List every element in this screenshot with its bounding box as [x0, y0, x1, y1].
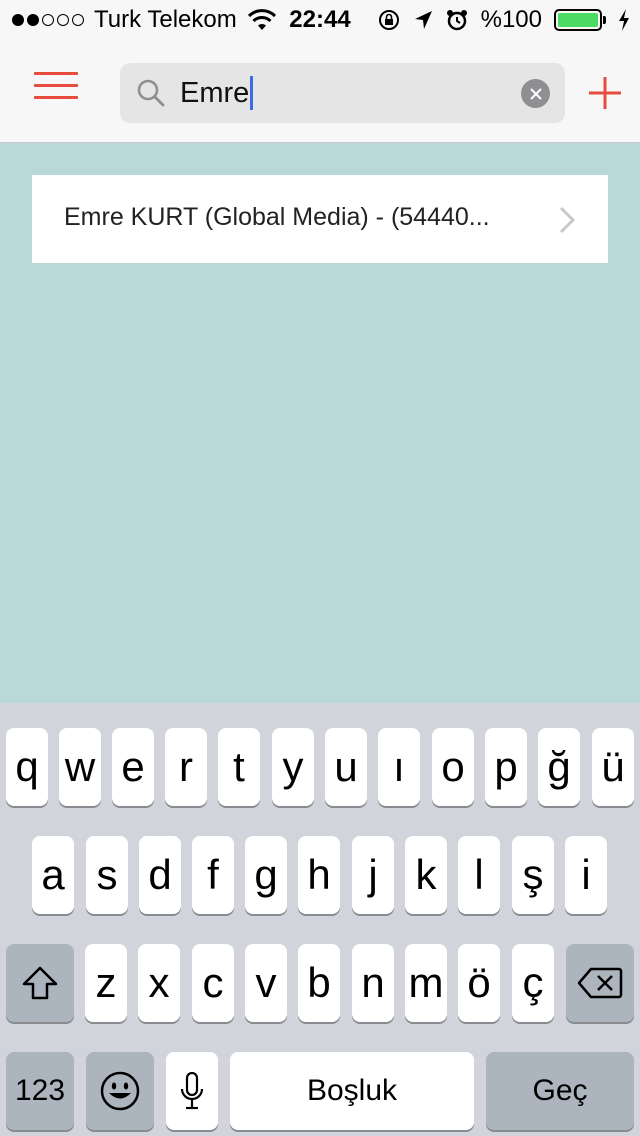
battery-percentage: %100	[480, 6, 542, 33]
key-p[interactable]: p	[485, 728, 527, 806]
plus-icon[interactable]	[588, 76, 622, 110]
key-g[interactable]: g	[245, 836, 287, 914]
key-f[interactable]: f	[192, 836, 234, 914]
key-s-cedilla[interactable]: ş	[512, 836, 554, 914]
key-m[interactable]: m	[405, 944, 447, 1022]
hamburger-menu-icon[interactable]	[34, 72, 78, 106]
key-x[interactable]: x	[138, 944, 180, 1022]
search-field[interactable]: Emre	[120, 63, 565, 123]
key-c-cedilla[interactable]: ç	[512, 944, 554, 1022]
key-k[interactable]: k	[405, 836, 447, 914]
clear-circle-icon	[529, 87, 542, 100]
key-g-breve[interactable]: ğ	[538, 728, 580, 806]
return-key[interactable]: Geç	[486, 1052, 634, 1130]
key-h[interactable]: h	[298, 836, 340, 914]
key-dotless-i[interactable]: ı	[378, 728, 420, 806]
numbers-key[interactable]: 123	[6, 1052, 74, 1130]
microphone-icon	[180, 1071, 204, 1110]
rotation-lock-icon	[378, 10, 399, 30]
search-result-item[interactable]: Emre KURT (Global Media) - (54440...	[32, 175, 608, 263]
key-r[interactable]: r	[165, 728, 207, 806]
clear-search-button[interactable]	[521, 79, 550, 108]
text-caret	[250, 76, 254, 110]
key-y[interactable]: y	[272, 728, 314, 806]
search-icon	[137, 79, 165, 107]
wifi-icon	[247, 9, 276, 30]
key-u[interactable]: u	[325, 728, 367, 806]
key-j[interactable]: j	[352, 836, 394, 914]
charging-bolt-icon	[619, 9, 629, 31]
emoji-key[interactable]	[86, 1052, 154, 1130]
key-w[interactable]: w	[59, 728, 101, 806]
emoji-icon	[100, 1071, 140, 1111]
shift-icon	[22, 966, 58, 1000]
battery-icon	[554, 9, 606, 31]
key-b[interactable]: b	[298, 944, 340, 1022]
on-screen-keyboard: q w e r t y u ı o p ğ ü a s d f g h j k …	[0, 703, 640, 1136]
carrier-name: Turk Telekom	[94, 6, 237, 33]
key-l[interactable]: l	[458, 836, 500, 914]
space-key[interactable]: Boşluk	[230, 1052, 474, 1130]
key-d[interactable]: d	[139, 836, 181, 914]
key-t[interactable]: t	[218, 728, 260, 806]
key-q[interactable]: q	[6, 728, 48, 806]
key-n[interactable]: n	[352, 944, 394, 1022]
alarm-clock-icon	[446, 10, 467, 31]
search-navbar: Emre	[0, 40, 640, 143]
key-o-umlaut[interactable]: ö	[458, 944, 500, 1022]
key-u-umlaut[interactable]: ü	[592, 728, 634, 806]
signal-strength-icon	[12, 14, 84, 26]
chevron-right-icon	[559, 206, 576, 234]
key-e[interactable]: e	[112, 728, 154, 806]
key-z[interactable]: z	[85, 944, 127, 1022]
backspace-icon	[577, 967, 623, 999]
search-query-text: Emre	[180, 76, 250, 109]
search-input[interactable]: Emre	[180, 76, 254, 110]
shift-key[interactable]	[6, 944, 74, 1022]
key-s[interactable]: s	[86, 836, 128, 914]
status-bar: Turk Telekom 22:44 %100	[0, 0, 640, 40]
result-label: Emre KURT (Global Media) - (54440...	[64, 203, 490, 231]
key-o[interactable]: o	[432, 728, 474, 806]
microphone-key[interactable]	[166, 1052, 218, 1130]
key-v[interactable]: v	[245, 944, 287, 1022]
location-arrow-icon	[414, 11, 432, 29]
delete-key[interactable]	[566, 944, 634, 1022]
key-c[interactable]: c	[192, 944, 234, 1022]
key-a[interactable]: a	[32, 836, 74, 914]
key-i[interactable]: i	[565, 836, 607, 914]
